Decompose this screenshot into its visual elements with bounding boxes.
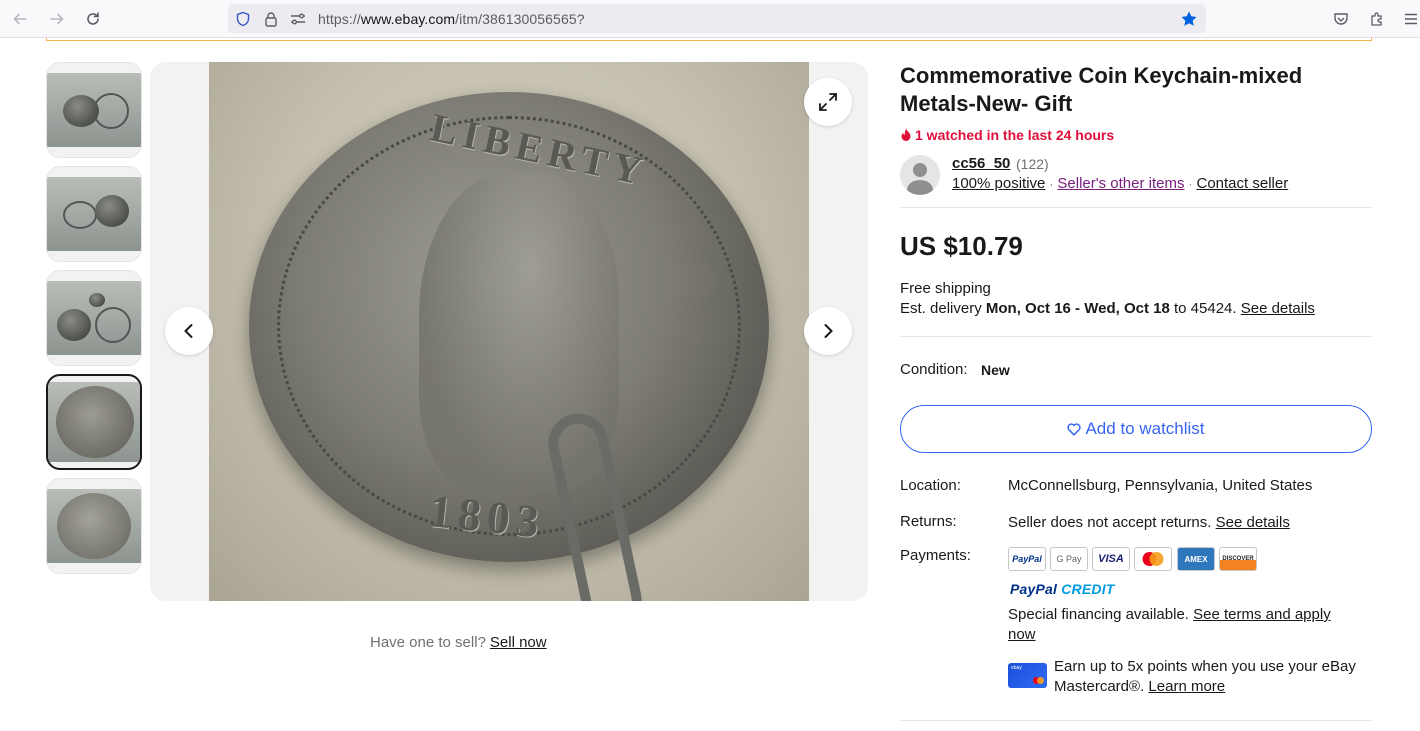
pocket-icon[interactable]	[1330, 8, 1352, 30]
delivery-date-range: Mon, Oct 16 - Wed, Oct 18	[985, 300, 1170, 317]
extensions-icon[interactable]	[1366, 8, 1388, 30]
separator-dot: ·	[1188, 177, 1193, 191]
returns-text: Seller does not accept returns.	[1008, 514, 1212, 531]
thumbnail-image	[47, 177, 141, 251]
lock-icon[interactable]	[262, 10, 280, 28]
listing-title: Commemorative Coin Keychain-mixed Metals…	[900, 63, 1303, 116]
notice-bar-edge	[46, 38, 1372, 41]
paypal-logo: PayPal	[1008, 547, 1046, 571]
seller-name-link[interactable]: cc56_50	[952, 155, 1010, 172]
watch-count-text: 1 watched in the last 24 hours	[915, 127, 1115, 143]
watchlist-label: Add to watchlist	[1085, 419, 1205, 438]
divider	[900, 336, 1372, 337]
shipping-details-link[interactable]: See details	[1241, 300, 1315, 317]
contact-seller-link[interactable]: Contact seller	[1196, 175, 1288, 192]
gallery-thumbnail[interactable]	[46, 270, 142, 366]
paypal-credit-brand: PayPal	[1010, 581, 1058, 597]
gallery-thumbnail[interactable]	[46, 478, 142, 574]
url-host: www.ebay.com	[360, 11, 456, 27]
url-prefix: https://	[318, 11, 361, 27]
condition-value: New	[981, 362, 1010, 378]
returns-details-link[interactable]: See details	[1216, 514, 1290, 531]
previous-image-button[interactable]	[165, 307, 213, 355]
next-image-button[interactable]	[804, 307, 852, 355]
learn-more-link[interactable]: Learn more	[1148, 678, 1225, 695]
paypal-credit-logo: PayPal CREDIT	[1010, 581, 1115, 597]
separator-dot: ·	[1049, 177, 1054, 191]
url-path: /itm/386130056565?	[455, 11, 585, 27]
paypal-credit-word: CREDIT	[1061, 581, 1115, 597]
thumbnail-image	[47, 281, 141, 355]
heart-icon	[1067, 422, 1082, 436]
ebay-mastercard-image: ebay	[1008, 663, 1047, 688]
seller-feedback-count: (122)	[1016, 156, 1049, 172]
delivery-zip: to 45424.	[1173, 300, 1237, 317]
chevron-left-icon	[184, 324, 193, 338]
financing-description: Special financing available.	[1008, 606, 1189, 623]
browser-toolbar: https://www.ebay.com/itm/386130056565?	[0, 0, 1420, 38]
returns-label: Returns:	[900, 513, 957, 530]
url-text[interactable]: https://www.ebay.com/itm/386130056565?	[318, 11, 585, 27]
forward-icon[interactable]	[45, 7, 69, 31]
add-to-watchlist-button[interactable]: Add to watchlist	[900, 405, 1372, 453]
sell-prompt-text: Have one to sell?	[370, 634, 486, 651]
seller-avatar[interactable]	[900, 155, 940, 195]
thumbnail-image	[47, 73, 141, 147]
amex-logo: AMEX	[1177, 547, 1215, 571]
financing-text: Special financing available. See terms a…	[1008, 605, 1358, 645]
sell-now-link[interactable]: Sell now	[490, 634, 547, 651]
reload-icon[interactable]	[81, 7, 105, 31]
free-shipping-text: Free shipping	[900, 280, 991, 297]
coin-illustration: LIBERTY 1803	[249, 92, 769, 562]
chevron-right-icon	[824, 324, 833, 338]
expand-icon	[819, 93, 837, 111]
main-product-image: LIBERTY 1803	[209, 62, 809, 601]
seller-positive-link[interactable]: 100% positive	[952, 175, 1045, 192]
permissions-icon[interactable]	[289, 10, 307, 28]
bookmark-star-icon[interactable]	[1180, 10, 1198, 28]
sell-prompt: Have one to sell? Sell now	[370, 634, 547, 651]
divider	[900, 720, 1372, 721]
menu-icon[interactable]	[1400, 8, 1420, 30]
condition-label: Condition:	[900, 361, 968, 378]
gallery-thumbnail-selected[interactable]	[46, 374, 142, 470]
expand-button[interactable]	[804, 78, 852, 126]
flame-icon	[901, 128, 911, 141]
payments-label: Payments:	[900, 547, 971, 564]
mastercard-logo	[1134, 547, 1172, 571]
url-bar[interactable]: https://www.ebay.com/itm/386130056565?	[228, 4, 1206, 33]
gallery-thumbnail[interactable]	[46, 62, 142, 158]
thumbnail-image	[48, 382, 140, 462]
visa-logo: VISA	[1092, 547, 1130, 571]
discover-logo: DISCOVER	[1219, 547, 1257, 571]
item-price: US $10.79	[900, 231, 1023, 261]
gallery-thumbnail[interactable]	[46, 166, 142, 262]
delivery-prefix: Est. delivery	[900, 300, 982, 317]
delivery-estimate: Est. delivery Mon, Oct 16 - Wed, Oct 18 …	[900, 300, 1315, 317]
main-image-viewer[interactable]: LIBERTY 1803	[150, 62, 868, 601]
returns-value: Seller does not accept returns. See deta…	[1008, 514, 1290, 531]
mastercard-rewards-text: Earn up to 5x points when you use your e…	[1054, 657, 1374, 697]
divider	[900, 207, 1372, 208]
seller-other-items-link[interactable]: Seller's other items	[1057, 175, 1184, 192]
google-pay-logo: G Pay	[1050, 547, 1088, 571]
watch-count-banner: 1 watched in the last 24 hours	[900, 127, 1114, 143]
location-value: McConnellsburg, Pennsylvania, United Sta…	[1008, 477, 1313, 494]
location-label: Location:	[900, 477, 961, 494]
seller-links: 100% positive · Seller's other items · Conta…	[952, 175, 1288, 192]
shield-icon[interactable]	[234, 10, 252, 28]
back-icon[interactable]	[8, 7, 32, 31]
thumbnail-image	[47, 489, 141, 563]
